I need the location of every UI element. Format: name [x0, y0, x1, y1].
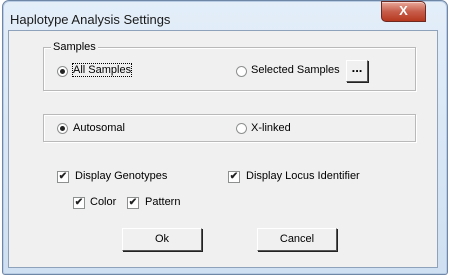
x-linked-label[interactable]: X-linked — [251, 122, 291, 134]
radio-selected-dot — [60, 69, 65, 74]
display-genotypes-checkbox[interactable]: ✔ — [57, 171, 69, 183]
autosomal-radio[interactable] — [57, 123, 68, 134]
check-icon: ✔ — [229, 171, 239, 182]
close-button[interactable]: X — [381, 1, 426, 22]
display-genotypes-label[interactable]: Display Genotypes — [75, 170, 167, 182]
pattern-checkbox[interactable]: ✔ — [127, 197, 139, 209]
check-icon: ✔ — [58, 171, 68, 182]
color-label[interactable]: Color — [90, 196, 116, 208]
autosomal-label[interactable]: Autosomal — [73, 122, 125, 134]
selected-samples-radio[interactable] — [236, 66, 247, 77]
all-samples-radio[interactable] — [57, 66, 68, 77]
browse-samples-button[interactable]: ... — [346, 60, 368, 82]
cancel-button[interactable]: Cancel — [257, 228, 337, 251]
close-icon: X — [399, 3, 408, 18]
dialog-title: Haplotype Analysis Settings — [10, 12, 171, 27]
pattern-label[interactable]: Pattern — [145, 196, 180, 208]
samples-group-legend: Samples — [51, 41, 98, 53]
radio-selected-dot — [60, 126, 65, 131]
ok-button[interactable]: Ok — [122, 228, 202, 251]
color-checkbox[interactable]: ✔ — [73, 197, 85, 209]
selected-samples-label[interactable]: Selected Samples — [251, 64, 340, 76]
display-locus-identifier-checkbox[interactable]: ✔ — [228, 171, 240, 183]
check-icon: ✔ — [74, 197, 84, 208]
display-locus-identifier-label[interactable]: Display Locus Identifier — [246, 170, 360, 182]
all-samples-label[interactable]: All Samples — [71, 63, 133, 77]
x-linked-radio[interactable] — [236, 123, 247, 134]
check-icon: ✔ — [128, 197, 138, 208]
